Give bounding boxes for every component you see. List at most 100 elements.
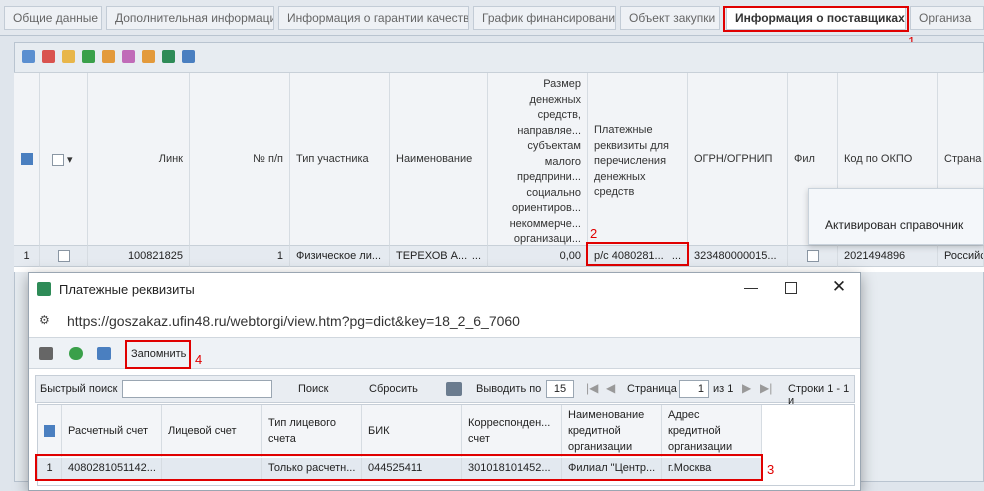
cell-country: Российс xyxy=(938,245,984,267)
col-type[interactable]: Тип участника xyxy=(290,73,390,245)
tab-bar: Общие данные Дополнительная информация И… xyxy=(0,0,984,36)
annotation-2: 2 xyxy=(590,226,598,241)
settings-icon[interactable] xyxy=(446,382,462,396)
grid-settings-header[interactable] xyxy=(14,73,40,245)
fil-checkbox[interactable] xyxy=(806,250,819,263)
clear-filter-icon[interactable] xyxy=(142,50,155,63)
search-button[interactable]: Поиск xyxy=(298,383,328,395)
show-per-page-label: Выводить по xyxy=(476,383,542,395)
page-input[interactable]: 1 xyxy=(679,380,709,398)
col-link[interactable]: Линк xyxy=(88,73,190,245)
col-name[interactable]: Наименование xyxy=(390,73,488,245)
col-link-label: Линк xyxy=(158,153,183,165)
select-all-checkbox[interactable] xyxy=(52,154,64,167)
notification-popup: Активирован справочник xyxy=(808,188,984,245)
col-num-label: № п/п xyxy=(253,153,283,165)
col-bank-address[interactable]: Адрес кредитной организации xyxy=(662,405,762,457)
row-number: 1 xyxy=(38,458,62,480)
cell-payment[interactable]: р/с 4080281...... xyxy=(588,245,688,267)
table-settings-icon[interactable] xyxy=(44,425,55,437)
tab-organization[interactable]: Организа xyxy=(910,6,984,30)
sort-icon[interactable] xyxy=(122,50,135,63)
col-ogrn[interactable]: ОГРН/ОГРНИП xyxy=(688,73,788,245)
col-country-label: Страна xyxy=(944,153,982,165)
excel-icon[interactable] xyxy=(162,50,175,63)
tab-additional[interactable]: Дополнительная информация xyxy=(106,6,274,30)
first-page-icon[interactable]: |◀ xyxy=(586,381,598,395)
annotation-3: 3 xyxy=(767,462,775,477)
reset-button[interactable]: Сбросить xyxy=(369,383,418,395)
col-num[interactable]: № п/п xyxy=(190,73,290,245)
cell-payment-text: р/с 4080281... xyxy=(594,250,664,262)
col-ogrn-label: ОГРН/ОГРНИП xyxy=(694,153,773,165)
cell-bank-address[interactable]: г.Москва xyxy=(662,458,762,480)
delete-row-icon[interactable] xyxy=(42,50,55,63)
col-account-type[interactable]: Тип лицевого счета xyxy=(262,405,362,457)
cell-name-text: ТЕРЕХОВ А... xyxy=(396,250,468,262)
tab-general[interactable]: Общие данные xyxy=(4,6,102,30)
minimize-icon[interactable]: — xyxy=(741,279,761,295)
maximize-icon[interactable] xyxy=(785,282,797,294)
dialog-titlebar: Платежные реквизиты — ✕ xyxy=(29,273,860,305)
tab-quality[interactable]: Информация о гарантии качества xyxy=(278,6,469,30)
tab-procurement-object[interactable]: Объект закупки xyxy=(620,6,720,30)
col-payment[interactable]: Платежные реквизиты для перечисления ден… xyxy=(588,73,688,245)
dialog-toolbar: Запомнить xyxy=(29,337,860,369)
col-type-label: Тип участника xyxy=(296,153,369,165)
col-bik[interactable]: БИК xyxy=(362,405,462,457)
last-page-icon[interactable]: ▶| xyxy=(760,381,772,395)
add-row-icon[interactable] xyxy=(22,50,35,63)
table-settings-header[interactable] xyxy=(38,405,62,457)
close-icon[interactable]: ✕ xyxy=(829,277,849,297)
cell-account[interactable]: 4080281051142... xyxy=(62,458,162,480)
col-personal-account[interactable]: Лицевой счет xyxy=(162,405,262,457)
copy-icon[interactable] xyxy=(62,50,75,63)
quick-search-bar: Быстрый поиск Поиск Сбросить Выводить по… xyxy=(35,375,855,407)
site-settings-icon[interactable]: ⚙ xyxy=(39,313,55,327)
cell-bank-name[interactable]: Филиал "Центр... xyxy=(562,458,662,480)
annotation-4: 4 xyxy=(195,352,203,367)
cell-name-more[interactable]: ... xyxy=(472,246,481,266)
refresh-icon[interactable] xyxy=(69,347,83,360)
col-payment-label: Платежные реквизиты для перечисления ден… xyxy=(594,124,670,198)
refresh-icon[interactable] xyxy=(82,50,95,63)
cell-type: Физическое ли... xyxy=(290,245,390,267)
page-label: Страница xyxy=(627,383,677,395)
tab-financing[interactable]: График финансирования xyxy=(473,6,616,30)
columns-icon[interactable] xyxy=(182,50,195,63)
row-select[interactable] xyxy=(40,245,88,267)
col-amount[interactable]: Размер денежных средств, направляе... су… xyxy=(488,73,588,245)
prev-page-icon[interactable]: ◀ xyxy=(606,381,615,395)
quick-search-input[interactable] xyxy=(122,380,272,398)
row-checkbox[interactable] xyxy=(57,250,70,263)
col-fil-label: Фил xyxy=(794,153,815,165)
print-icon[interactable] xyxy=(39,347,53,360)
cell-personal-account[interactable] xyxy=(162,458,262,480)
per-page-input[interactable]: 15 xyxy=(546,380,574,398)
filter-icon[interactable] xyxy=(102,50,115,63)
cell-num: 1 xyxy=(190,245,290,267)
cell-name[interactable]: ТЕРЕХОВ А... ... xyxy=(390,245,488,267)
columns-icon[interactable] xyxy=(97,347,111,360)
app-logo-icon xyxy=(37,282,51,296)
cell-bik[interactable]: 044525411 xyxy=(362,458,462,480)
cell-ogrn: 323480000015... xyxy=(688,245,788,267)
remember-button[interactable]: Запомнить xyxy=(131,348,186,360)
cell-payment-more[interactable]: ... xyxy=(672,246,681,266)
col-name-label: Наименование xyxy=(396,153,473,165)
cell-amount: 0,00 xyxy=(488,245,588,267)
col-okpo-label: Код по ОКПО xyxy=(844,153,913,165)
col-corr-account[interactable]: Корреспонден... счет xyxy=(462,405,562,457)
payment-table: Расчетный счет Лицевой счет Тип лицевого… xyxy=(37,404,855,486)
cell-account-type[interactable]: Только расчетн... xyxy=(262,458,362,480)
next-page-icon[interactable]: ▶ xyxy=(742,381,751,395)
row-number: 1 xyxy=(14,245,40,267)
tab-suppliers[interactable]: Информация о поставщиках xyxy=(726,6,906,30)
dialog-title: Платежные реквизиты xyxy=(59,282,195,297)
col-bank-name[interactable]: Наименование кредитной организации xyxy=(562,405,662,457)
col-account[interactable]: Расчетный счет xyxy=(62,405,162,457)
cell-fil[interactable] xyxy=(788,245,838,267)
cell-corr-account[interactable]: 301018101452... xyxy=(462,458,562,480)
url-text[interactable]: https://goszakaz.ufin48.ru/webtorgi/view… xyxy=(67,313,520,329)
select-all-header[interactable]: ▾ xyxy=(40,73,88,245)
